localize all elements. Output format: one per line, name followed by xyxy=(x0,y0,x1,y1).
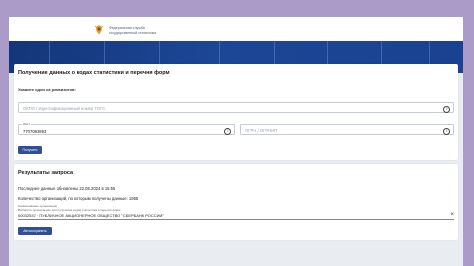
brand-name: Федеральная служба государственной стати… xyxy=(109,26,157,35)
help-icon[interactable]: ? xyxy=(443,105,450,113)
requisites-hint: Укажите один из реквизитов: xyxy=(18,87,76,92)
help-icon[interactable]: ? xyxy=(224,127,231,135)
submit-button[interactable]: Получить xyxy=(18,146,42,154)
last-update-text: Последнее данные обновлены 22.08.2024 в … xyxy=(18,186,116,191)
app-window: Федеральная служба государственной стати… xyxy=(9,17,463,266)
ogrn-placeholder: ОГРН / ОГРНИП xyxy=(245,128,278,133)
results-card: Результаты запроса Последнее данные обно… xyxy=(14,164,458,240)
query-card-title: Получение данных о кодах статистики и пе… xyxy=(18,70,170,76)
forms-count-text: Количество организаций, по которым получ… xyxy=(18,196,139,201)
clear-icon[interactable]: × xyxy=(450,212,454,218)
okpo-input[interactable]: ОКПО / Идентификационный номер ТОГС ? xyxy=(18,102,454,113)
inn-value: 7707083893 xyxy=(23,128,47,134)
query-card: Получение данных о кодах статистики и пе… xyxy=(14,64,458,160)
ogrn-input[interactable]: ОГРН / ОГРНИП ? xyxy=(240,124,454,135)
org-select-underline xyxy=(18,219,454,220)
org-field-sublabel: Выберите организацию для получения кодов… xyxy=(18,208,121,212)
org-select-value[interactable]: 00032537 · ПУБЛИЧНОЕ АКЦИОНЕРНОЕ ОБЩЕСТВ… xyxy=(18,213,164,218)
inn-label: ИНН xyxy=(22,121,31,126)
okpo-placeholder: ОКПО / Идентификационный номер ТОГС xyxy=(23,106,106,111)
results-card-title: Результаты запроса xyxy=(18,170,74,176)
autosave-button[interactable]: Автосохранить xyxy=(18,227,52,235)
top-bar: Федеральная служба государственной стати… xyxy=(9,17,463,41)
emblem-icon xyxy=(94,25,104,35)
inn-input[interactable]: ИНН 7707083893 ? xyxy=(18,121,235,135)
help-icon[interactable]: ? xyxy=(443,127,450,135)
